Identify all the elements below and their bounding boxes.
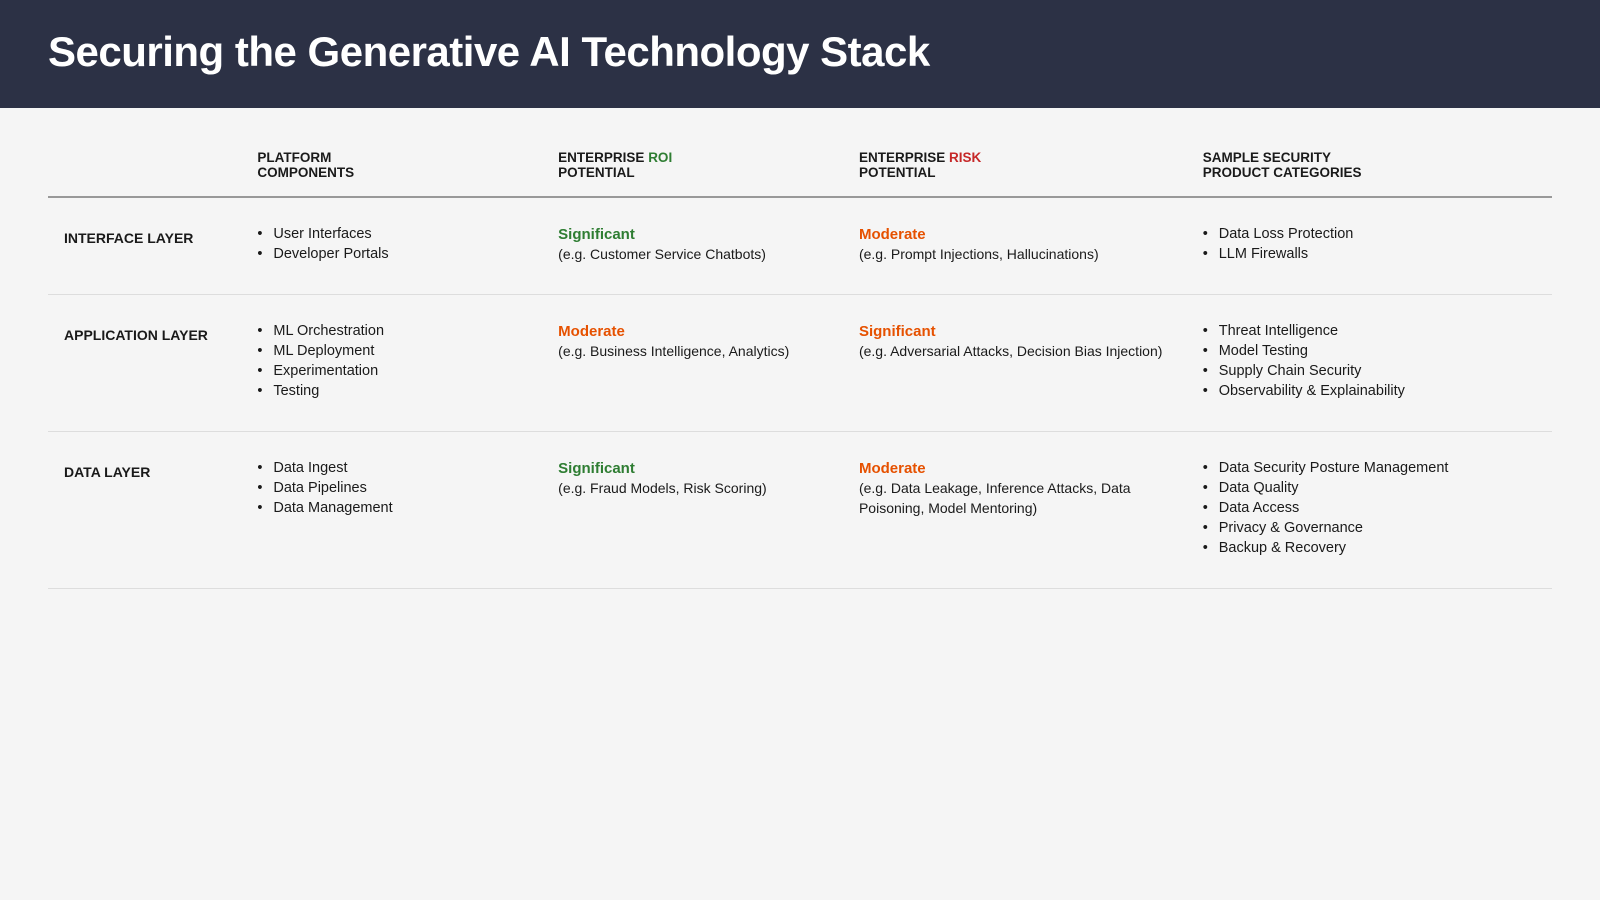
list-item: Data Management xyxy=(257,500,526,516)
roi-cell-0: Significant (e.g. Customer Service Chatbo… xyxy=(542,197,843,295)
risk-cell-0: Moderate (e.g. Prompt Injections, Halluci… xyxy=(843,197,1187,295)
list-item: LLM Firewalls xyxy=(1203,246,1536,262)
col-header-platform: PLATFORM COMPONENTS xyxy=(241,138,542,197)
main-content: PLATFORM COMPONENTS ENTERPRISE ROI POTEN… xyxy=(0,108,1600,609)
risk-note: (e.g. Data Leakage, Inference Attacks, D… xyxy=(859,479,1171,518)
list-item: Observability & Explainability xyxy=(1203,383,1536,399)
roi-note: (e.g. Fraud Models, Risk Scoring) xyxy=(558,479,827,499)
row-label-1: APPLICATION LAYER xyxy=(48,295,241,432)
row-label-2: DATA LAYER xyxy=(48,432,241,589)
roi-note: (e.g. Business Intelligence, Analytics) xyxy=(558,342,827,362)
header: Securing the Generative AI Technology St… xyxy=(0,0,1600,108)
platform-cell-1: ML Orchestration ML Deployment Experimenta… xyxy=(241,295,542,432)
roi-status: Moderate xyxy=(558,323,827,340)
list-item: Data Loss Protection xyxy=(1203,226,1536,242)
risk-note: (e.g. Prompt Injections, Hallucinations) xyxy=(859,245,1171,265)
list-item: Threat Intelligence xyxy=(1203,323,1536,339)
list-item: Privacy & Governance xyxy=(1203,520,1536,536)
list-item: Data Security Posture Management xyxy=(1203,460,1536,476)
row-label-0: INTERFACE LAYER xyxy=(48,197,241,295)
list-item: Testing xyxy=(257,383,526,399)
list-item: Supply Chain Security xyxy=(1203,363,1536,379)
roi-status: Significant xyxy=(558,226,827,243)
security-cell-1: Threat Intelligence Model Testing Supply C… xyxy=(1187,295,1552,432)
list-item: Data Access xyxy=(1203,500,1536,516)
risk-cell-2: Moderate (e.g. Data Leakage, Inference At… xyxy=(843,432,1187,589)
risk-note: (e.g. Adversarial Attacks, Decision Bias… xyxy=(859,342,1171,362)
list-item: Data Quality xyxy=(1203,480,1536,496)
list-item: Developer Portals xyxy=(257,246,526,262)
roi-note: (e.g. Customer Service Chatbots) xyxy=(558,245,827,265)
list-item: ML Orchestration xyxy=(257,323,526,339)
risk-cell-1: Significant (e.g. Adversarial Attacks, De… xyxy=(843,295,1187,432)
risk-highlight: RISK xyxy=(949,150,981,165)
col-header-security: SAMPLE SECURITY PRODUCT CATEGORIES xyxy=(1187,138,1552,197)
list-item: Backup & Recovery xyxy=(1203,540,1536,556)
security-cell-2: Data Security Posture Management Data Qua… xyxy=(1187,432,1552,589)
col-header-risk: ENTERPRISE RISK POTENTIAL xyxy=(843,138,1187,197)
roi-cell-1: Moderate (e.g. Business Intelligence, Ana… xyxy=(542,295,843,432)
col-header-empty xyxy=(48,138,241,197)
platform-cell-0: User Interfaces Developer Portals xyxy=(241,197,542,295)
list-item: User Interfaces xyxy=(257,226,526,242)
list-item: ML Deployment xyxy=(257,343,526,359)
platform-cell-2: Data Ingest Data Pipelines Data Management xyxy=(241,432,542,589)
list-item: Experimentation xyxy=(257,363,526,379)
security-cell-0: Data Loss Protection LLM Firewalls xyxy=(1187,197,1552,295)
risk-status: Significant xyxy=(859,323,1171,340)
roi-highlight: ROI xyxy=(648,150,672,165)
main-table: PLATFORM COMPONENTS ENTERPRISE ROI POTEN… xyxy=(48,138,1552,589)
roi-cell-2: Significant (e.g. Fraud Models, Risk Scor… xyxy=(542,432,843,589)
page-title: Securing the Generative AI Technology St… xyxy=(48,28,1552,76)
roi-status: Significant xyxy=(558,460,827,477)
list-item: Data Ingest xyxy=(257,460,526,476)
col-header-roi: ENTERPRISE ROI POTENTIAL xyxy=(542,138,843,197)
list-item: Data Pipelines xyxy=(257,480,526,496)
risk-status: Moderate xyxy=(859,226,1171,243)
risk-status: Moderate xyxy=(859,460,1171,477)
list-item: Model Testing xyxy=(1203,343,1536,359)
